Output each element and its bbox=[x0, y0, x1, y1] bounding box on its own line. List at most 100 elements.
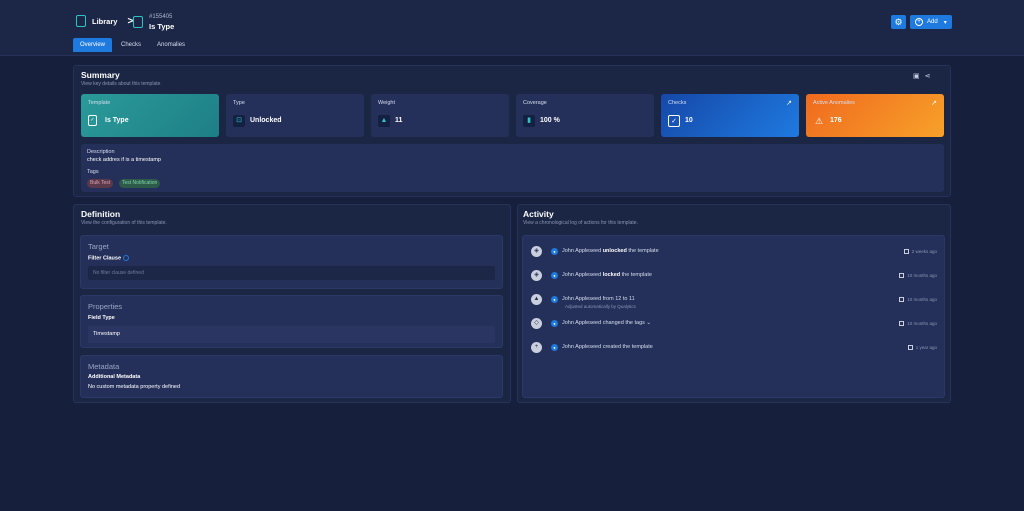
type-card-label: Type bbox=[233, 100, 245, 106]
checks-card[interactable]: Checks ↗ ✓ 10 bbox=[661, 94, 799, 137]
activity-item: ◈ ● John Appleseed unlocked the template… bbox=[523, 243, 944, 263]
properties-section: Properties Field Type Timestamp bbox=[80, 295, 503, 348]
avatar: ● bbox=[551, 320, 558, 327]
calendar-icon bbox=[899, 273, 905, 279]
metadata-value: No custom metadata property defined bbox=[88, 384, 181, 390]
metadata-title: Metadata bbox=[88, 362, 120, 371]
tab-bar: Overview Checks Anomalies bbox=[73, 38, 192, 52]
page-title: Is Type bbox=[149, 22, 175, 31]
chevron-down-icon: ⌄ bbox=[646, 320, 652, 326]
warning-icon: ⚠ bbox=[814, 116, 824, 126]
activity-title: Activity bbox=[523, 209, 554, 219]
summary-subtitle: View key details about this template bbox=[81, 81, 161, 87]
info-icon[interactable] bbox=[123, 255, 130, 261]
type-card-value: Unlocked bbox=[250, 117, 282, 124]
description-box: Description check addres if is a timesta… bbox=[81, 144, 944, 192]
anomalies-card-label: Active Anomalies bbox=[813, 100, 855, 106]
shield-icon: ◈ bbox=[531, 246, 542, 257]
coverage-card: Coverage ▮ 100 % bbox=[516, 94, 654, 137]
tab-checks[interactable]: Checks bbox=[114, 38, 148, 52]
definition-subtitle: View the configuration of this template. bbox=[81, 220, 167, 226]
metadata-section: Metadata Additional Metadata No custom m… bbox=[80, 355, 503, 398]
calendar-icon bbox=[899, 321, 905, 327]
template-card-value: Is Type bbox=[105, 117, 129, 124]
checks-card-label: Checks bbox=[668, 100, 687, 106]
plus-icon: + bbox=[531, 342, 542, 353]
check-icon: ✓ bbox=[668, 115, 680, 127]
external-link-icon[interactable]: ↗ bbox=[931, 99, 937, 107]
breadcrumb: Library > bbox=[76, 15, 137, 27]
weight-card: Weight ▲ 11 bbox=[371, 94, 509, 137]
weight-card-value: 11 bbox=[395, 117, 403, 124]
activity-time: 1 year ago bbox=[907, 345, 937, 351]
gear-icon: ⚙ bbox=[894, 17, 903, 27]
library-icon bbox=[76, 15, 86, 27]
weight-card-label: Weight bbox=[378, 100, 396, 106]
activity-subtitle: View a chronological log of actions for … bbox=[523, 220, 638, 226]
coverage-card-value: 100 % bbox=[540, 117, 560, 124]
description-label: Description bbox=[87, 149, 115, 155]
share-icon[interactable]: ⋖ bbox=[925, 72, 931, 80]
settings-button[interactable]: ⚙ bbox=[891, 15, 906, 29]
properties-title: Properties bbox=[88, 302, 123, 311]
activity-item: ◈ ● John Appleseed locked the template 1… bbox=[523, 267, 944, 287]
activity-text: John Appleseed locked the template bbox=[562, 272, 652, 278]
activity-item: + ● John Appleseed created the template … bbox=[523, 339, 944, 359]
weight-icon: ▲ bbox=[378, 115, 390, 127]
add-button[interactable]: + Add ▾ bbox=[910, 15, 952, 29]
coverage-icon: ▮ bbox=[523, 115, 535, 127]
tag-chip[interactable]: Bulk Test bbox=[87, 179, 114, 188]
checks-card-value: 10 bbox=[685, 117, 693, 124]
field-type-value: Timestamp bbox=[88, 326, 495, 343]
activity-time: 2 weeks ago bbox=[903, 249, 937, 255]
anomalies-card-value: 176 bbox=[830, 117, 842, 124]
summary-title: Summary bbox=[81, 70, 120, 80]
activity-list: ◈ ● John Appleseed unlocked the template… bbox=[522, 235, 945, 398]
export-icon[interactable]: ▣ bbox=[913, 72, 920, 80]
weight-icon: ▲ bbox=[531, 294, 542, 305]
plus-circle-icon: + bbox=[915, 18, 923, 26]
calendar-icon bbox=[907, 345, 913, 351]
activity-time: 10 months ago bbox=[899, 273, 937, 279]
calendar-icon bbox=[899, 297, 905, 303]
tab-overview[interactable]: Overview bbox=[73, 38, 113, 52]
template-card-label: Template bbox=[88, 100, 111, 106]
tab-anomalies[interactable]: Anomalies bbox=[150, 38, 192, 52]
clipboard-icon: ✓ bbox=[88, 115, 97, 126]
definition-title: Definition bbox=[81, 209, 121, 219]
type-card: Type ⊡ Unlocked bbox=[226, 94, 364, 137]
filter-clause-label: Filter Clause bbox=[88, 255, 130, 261]
activity-text: John Appleseed unlocked the template bbox=[562, 248, 659, 254]
avatar: ● bbox=[551, 248, 558, 255]
activity-time: 10 months ago bbox=[899, 297, 937, 303]
chevron-down-icon: ▾ bbox=[943, 19, 947, 26]
activity-time: 10 months ago bbox=[899, 321, 937, 327]
activity-item[interactable]: ◇ ● John Appleseed changed the tags ⌄ 10… bbox=[523, 315, 944, 335]
shield-icon: ◈ bbox=[531, 270, 542, 281]
breadcrumb-library[interactable]: Library bbox=[92, 17, 117, 26]
record-id: #155405 bbox=[149, 14, 173, 20]
summary-toolbar: ▣ ⋖ bbox=[913, 72, 931, 80]
add-label: Add bbox=[927, 19, 938, 25]
target-section: Target Filter Clause No filter clause de… bbox=[80, 235, 503, 289]
template-icon bbox=[133, 16, 143, 28]
activity-text: John Appleseed from 12 to 11 bbox=[562, 296, 635, 302]
external-link-icon[interactable]: ↗ bbox=[786, 99, 792, 107]
target-title: Target bbox=[88, 242, 109, 251]
filter-clause-field: No filter clause defined bbox=[88, 266, 495, 280]
unlock-icon: ⊡ bbox=[233, 115, 245, 127]
avatar: ● bbox=[551, 296, 558, 303]
avatar: ● bbox=[551, 272, 558, 279]
calendar-icon bbox=[903, 249, 909, 255]
tag-icon: ◇ bbox=[531, 318, 542, 329]
activity-subtext: Adjusted automatically by Qualytics bbox=[565, 304, 636, 309]
tag-chip[interactable]: Test Notification bbox=[119, 179, 161, 188]
coverage-card-label: Coverage bbox=[523, 100, 547, 106]
tags-label: Tags bbox=[87, 169, 99, 175]
activity-text: John Appleseed changed the tags ⌄ bbox=[562, 320, 652, 326]
activity-text: John Appleseed created the template bbox=[562, 344, 653, 350]
avatar: ● bbox=[551, 344, 558, 351]
metadata-label: Additional Metadata bbox=[88, 374, 141, 380]
activity-item: ▲ ● John Appleseed from 12 to 11 Adjuste… bbox=[523, 291, 944, 311]
anomalies-card[interactable]: Active Anomalies ↗ ⚠ 176 bbox=[806, 94, 944, 137]
